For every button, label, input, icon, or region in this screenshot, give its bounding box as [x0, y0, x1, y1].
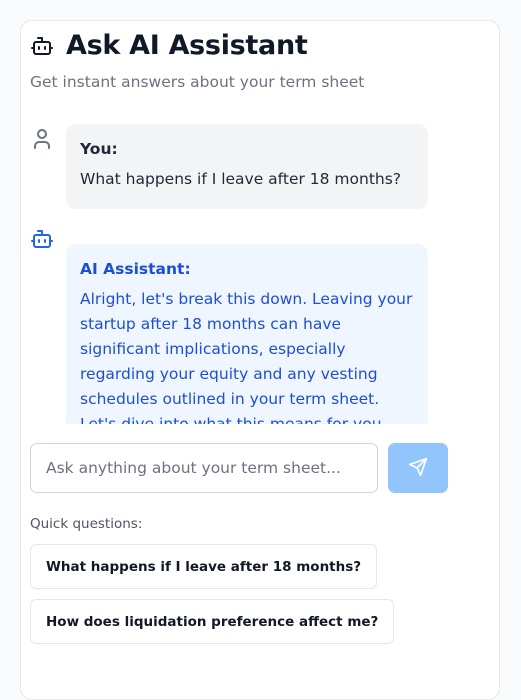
quick-question-button[interactable]: What happens if I leave after 18 months? — [30, 544, 378, 589]
assistant-message-bubble: AI Assistant: Alright, let's break this … — [66, 244, 428, 424]
bot-icon — [30, 227, 54, 255]
message-text: What happens if I leave after 18 months? — [80, 170, 402, 188]
quick-questions-label: Quick questions: — [30, 516, 143, 532]
message-sender: You: — [80, 140, 118, 158]
user-message-bubble: You: What happens if I leave after 18 mo… — [66, 124, 428, 209]
send-button[interactable] — [388, 443, 448, 493]
page-title: Ask AI Assistant — [66, 30, 308, 61]
header: Ask AI Assistant — [30, 30, 308, 61]
message-text: Alright, let's break this down. Leaving … — [80, 290, 413, 424]
page-subtitle: Get instant answers about your term shee… — [30, 73, 365, 91]
user-icon — [30, 127, 54, 155]
quick-question-button[interactable]: How does liquidation preference affect m… — [30, 599, 395, 644]
bot-icon — [30, 34, 54, 58]
chat-history[interactable]: You: What happens if I leave after 18 mo… — [30, 122, 430, 424]
send-icon — [408, 457, 428, 480]
message-sender: AI Assistant: — [80, 260, 191, 278]
ask-form — [30, 443, 450, 495]
ask-input[interactable] — [30, 443, 378, 493]
